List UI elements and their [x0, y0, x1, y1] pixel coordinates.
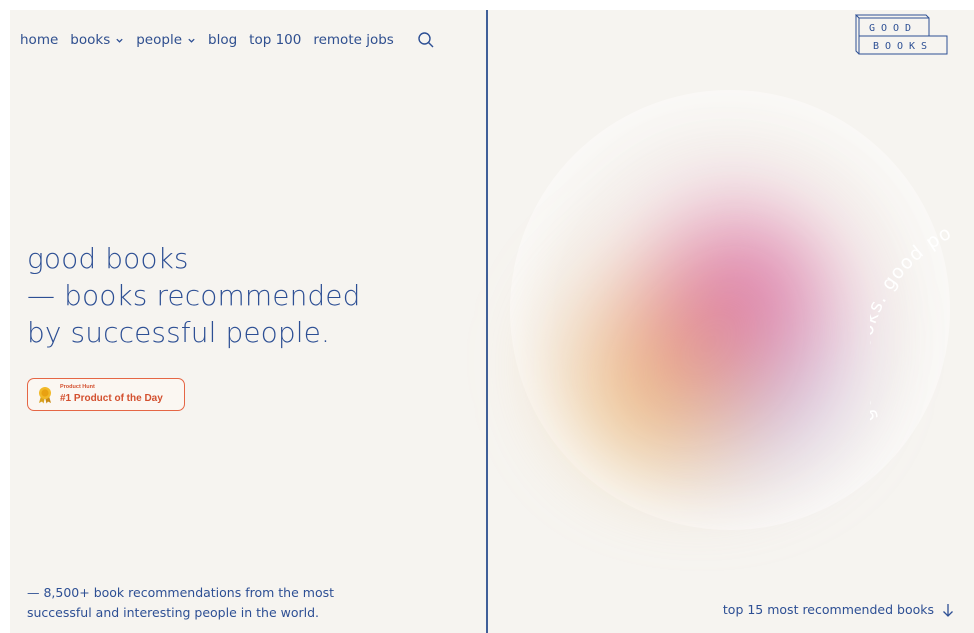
nav-home[interactable]: home — [20, 32, 58, 48]
chevron-down-icon — [188, 38, 195, 43]
chevron-down-icon — [116, 38, 123, 43]
nav-blog[interactable]: blog — [208, 32, 237, 48]
logo-row-1: GOOD — [869, 23, 917, 34]
nav-top-100[interactable]: top 100 — [249, 32, 301, 48]
page: home books people blog top 100 remote jo… — [10, 10, 974, 633]
nav-top-100-label: top 100 — [249, 32, 302, 48]
vertical-divider — [486, 10, 488, 633]
rotating-ring-text: good books. good po — [870, 222, 956, 425]
top-15-label: top 15 most recommended books — [722, 602, 934, 617]
ring-text: good books. good po — [870, 222, 955, 425]
search-button[interactable] — [416, 30, 436, 50]
hero-line-1: good books — [27, 242, 189, 275]
badge-text: Product Hunt #1 Product of the Day — [60, 385, 163, 404]
good-books-logo[interactable]: GOOD BOOKS — [855, 14, 949, 58]
stats-tagline: — 8,500+ book recommendations from the m… — [27, 583, 334, 623]
nav-people-label: people — [136, 32, 182, 48]
nav-books[interactable]: books — [70, 32, 124, 48]
badge-small-label: Product Hunt — [60, 384, 95, 391]
hero-title: good books — books recommended by succes… — [27, 240, 360, 351]
nav-remote-jobs[interactable]: remote jobs — [313, 32, 393, 48]
nav-remote-jobs-label: remote jobs — [313, 32, 394, 48]
nav-books-label: books — [70, 32, 111, 48]
nav-people[interactable]: people — [136, 32, 196, 48]
svg-text:good books. good po: good books. good po — [870, 222, 956, 425]
top-15-link[interactable]: top 15 most recommended books — [723, 602, 954, 617]
gradient-blob — [540, 180, 870, 490]
stats-line-1: — 8,500+ book recommendations from the m… — [27, 585, 335, 600]
arrow-down-icon — [943, 603, 953, 617]
hero-line-2: — books recommended — [27, 279, 361, 312]
main-nav: home books people blog top 100 remote jo… — [20, 30, 436, 50]
nav-blog-label: blog — [208, 32, 238, 48]
medal-icon — [39, 386, 51, 403]
stats-line-2: successful and interesting people in the… — [27, 605, 320, 620]
search-icon — [418, 32, 434, 48]
logo-row-2: BOOKS — [873, 41, 933, 52]
badge-main-label: #1 Product of the Day — [60, 392, 163, 404]
hero-line-3: by successful people. — [27, 316, 330, 349]
nav-home-label: home — [20, 32, 59, 48]
product-hunt-badge[interactable]: Product Hunt #1 Product of the Day — [27, 378, 185, 411]
